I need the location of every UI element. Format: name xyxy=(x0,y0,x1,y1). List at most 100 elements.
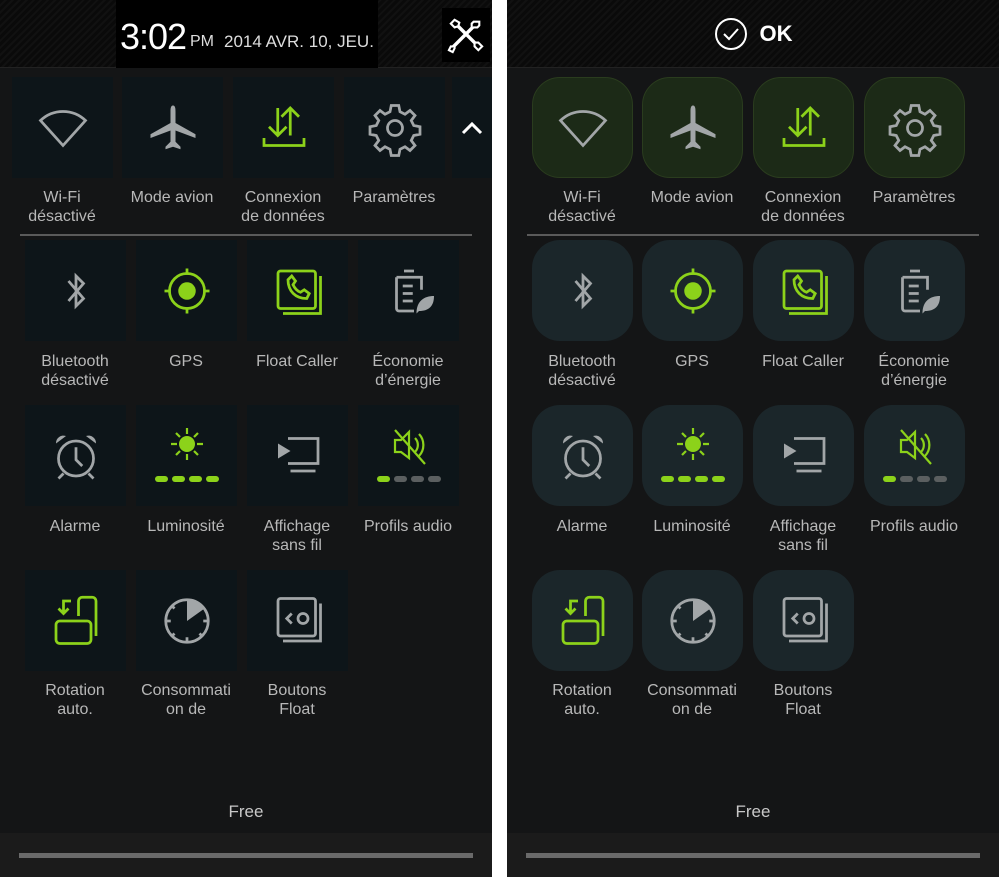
tile-wifi[interactable] xyxy=(12,77,113,178)
tile-airplane[interactable] xyxy=(122,77,223,178)
data-transfer-icon xyxy=(782,105,825,147)
float-buttons-icon xyxy=(276,596,322,642)
tile-alarm[interactable] xyxy=(532,405,633,506)
ok-button[interactable]: OK xyxy=(507,0,999,68)
tile-brightness[interactable] xyxy=(642,405,743,506)
tile-label-alarm: Alarme xyxy=(15,517,135,536)
label-line: désactivé xyxy=(28,208,96,225)
battery-leaf-icon xyxy=(394,269,434,313)
tile-rotation[interactable] xyxy=(532,570,633,671)
phone-icon xyxy=(782,269,828,315)
tile-label-wifi: Wi-Fi désactivé xyxy=(522,188,642,226)
tile-bluetooth[interactable] xyxy=(25,240,126,341)
tile-gps[interactable] xyxy=(136,240,237,341)
tile-settings[interactable] xyxy=(864,77,965,178)
tile-gps[interactable] xyxy=(642,240,743,341)
label-line: on de xyxy=(671,701,713,718)
label-line: Alarme xyxy=(556,518,608,535)
label-line: Économie xyxy=(878,353,950,370)
tile-data[interactable] xyxy=(753,77,854,178)
tile-screen-mirroring[interactable] xyxy=(247,405,348,506)
tile-label-gps: GPS xyxy=(632,352,752,371)
tile-brightness[interactable] xyxy=(136,405,237,506)
tile-airplane[interactable] xyxy=(642,77,743,178)
label-line: Paramètres xyxy=(872,189,956,206)
level-segment xyxy=(376,475,390,482)
label-line: Mode avion xyxy=(650,189,734,206)
tile-power-saving[interactable] xyxy=(358,240,459,341)
date: 2014 AVR. 10, JEU. xyxy=(224,32,374,51)
tile-label-power-usage: Consommati on de xyxy=(632,681,752,719)
quick-settings-edit-button[interactable] xyxy=(442,8,490,62)
bottom-bar xyxy=(507,833,999,877)
label-line: Profils audio xyxy=(363,518,453,535)
label-line: Consommati xyxy=(647,682,737,699)
tile-label-brightness: Luminosité xyxy=(632,517,752,536)
battery-leaf-icon xyxy=(900,269,940,313)
label-line: Float Caller xyxy=(762,353,844,370)
divider xyxy=(20,234,472,236)
label-line: Mode avion xyxy=(130,189,214,206)
label-line: auto. xyxy=(57,701,93,718)
right-panel: OK Free Wi-Fi désactivé Mode avion Connexio… xyxy=(507,0,999,877)
label-line: GPS xyxy=(169,353,203,370)
level-segment xyxy=(899,475,913,482)
tile-float-caller[interactable] xyxy=(753,240,854,341)
check-circle-icon xyxy=(714,18,747,50)
tile-label-wifi: Wi-Fi désactivé xyxy=(2,188,122,226)
bottom-bar xyxy=(0,833,492,877)
drag-handle[interactable] xyxy=(526,853,980,858)
tile-label-float-buttons: Boutons Float xyxy=(237,681,357,719)
label-line: Rotation xyxy=(45,682,105,699)
label-line: Luminosité xyxy=(147,518,225,535)
notification-header: 3:02 PM 2014 AVR. 10, JEU. xyxy=(0,0,492,68)
tile-alarm[interactable] xyxy=(25,405,126,506)
label-line: Connexion xyxy=(764,189,842,206)
tile-label-rotation: Rotation auto. xyxy=(522,681,642,719)
tile-bluetooth[interactable] xyxy=(532,240,633,341)
tile-label-bluetooth: Bluetooth désactivé xyxy=(522,352,642,390)
tile-label-brightness: Luminosité xyxy=(126,517,246,536)
tile-float-buttons[interactable] xyxy=(753,570,854,671)
label-line: Wi-Fi xyxy=(43,189,81,206)
label-line: d’énergie xyxy=(375,372,441,389)
label-line: on de xyxy=(165,701,207,718)
tile-label-settings: Paramètres xyxy=(334,188,454,207)
tile-float-caller[interactable] xyxy=(247,240,348,341)
tile-power-usage[interactable] xyxy=(642,570,743,671)
drag-handle[interactable] xyxy=(19,853,473,858)
tile-power-usage[interactable] xyxy=(136,570,237,671)
label-line: Bluetooth xyxy=(548,353,616,370)
label-line: Paramètres xyxy=(352,189,436,206)
label-line: GPS xyxy=(675,353,709,370)
level-indicator xyxy=(659,475,727,482)
mute-icon xyxy=(393,428,426,465)
float-buttons-icon xyxy=(782,596,828,642)
tile-sound-profile[interactable] xyxy=(864,405,965,506)
label-line: Float xyxy=(279,701,315,718)
gear-icon xyxy=(368,103,421,157)
tile-sound-profile[interactable] xyxy=(358,405,459,506)
label-line: Économie xyxy=(372,353,444,370)
tile-float-buttons[interactable] xyxy=(247,570,348,671)
label-line: Connexion xyxy=(244,189,322,206)
tile-label-alarm: Alarme xyxy=(522,517,642,536)
tile-screen-mirroring[interactable] xyxy=(753,405,854,506)
tile-power-saving[interactable] xyxy=(864,240,965,341)
alarm-icon xyxy=(55,435,96,479)
tile-rotation[interactable] xyxy=(25,570,126,671)
level-segment xyxy=(916,475,930,482)
level-segment xyxy=(393,475,407,482)
tile-wifi[interactable] xyxy=(532,77,633,178)
tile-settings[interactable] xyxy=(344,77,445,178)
tile-label-airplane: Mode avion xyxy=(632,188,752,207)
tile-data[interactable] xyxy=(233,77,334,178)
timer-icon xyxy=(669,597,716,644)
collapse-button[interactable] xyxy=(452,77,492,178)
level-indicator xyxy=(881,475,949,482)
label-line: Boutons xyxy=(773,682,833,699)
bluetooth-icon xyxy=(573,272,592,309)
level-segment xyxy=(171,475,185,482)
level-indicator xyxy=(153,475,221,482)
tile-label-data: Connexion de données xyxy=(743,188,863,226)
